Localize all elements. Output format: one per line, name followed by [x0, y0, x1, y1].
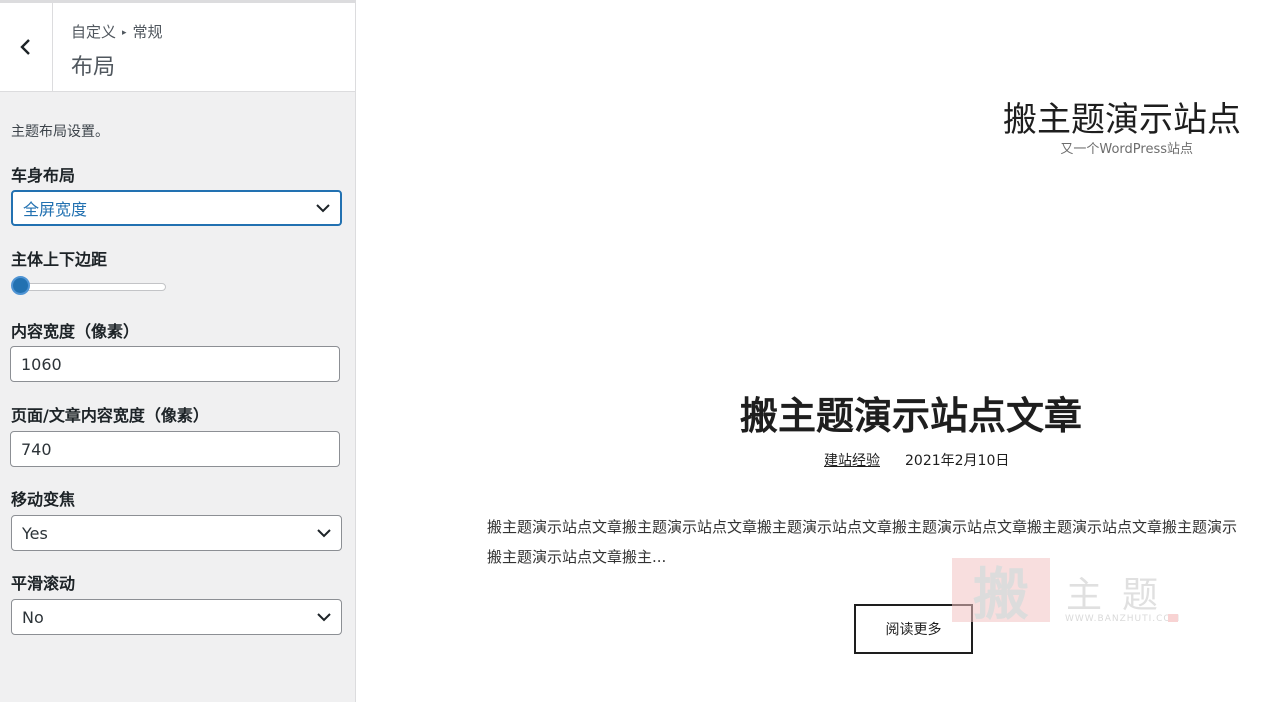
breadcrumb-parent: 自定义 [71, 23, 117, 41]
breadcrumb-current: 常规 [132, 23, 163, 41]
body-margin-slider-thumb[interactable] [11, 276, 30, 295]
watermark-logo-char: 搬 [952, 558, 1050, 628]
mobile-focus-label: 移动变焦 [11, 490, 76, 509]
smooth-scroll-label: 平滑滚动 [11, 574, 76, 593]
mobile-focus-select[interactable]: Yes [11, 515, 342, 551]
page-width-label: 页面/文章内容宽度（像素） [11, 406, 209, 425]
watermark-text: 主题 [1066, 575, 1179, 616]
breadcrumb: 自定义 ▸ 常规 [71, 21, 163, 42]
body-layout-value: 全屏宽度 [23, 200, 88, 219]
breadcrumb-separator-icon: ▸ [122, 28, 127, 38]
panel-header: 自定义 ▸ 常规 布局 [0, 0, 355, 92]
excerpt-line: 搬主题演示站点文章搬主题演示站点文章搬主题演示站点文章搬主题演示站点文章搬主题演… [487, 518, 1238, 536]
site-tagline: 又一个WordPress站点 [1060, 142, 1193, 157]
post-date: 2021年2月10日 [905, 453, 1010, 469]
site-preview: 搬主题演示站点 又一个WordPress站点 搬主题演示站点文章 建站经验 20… [356, 0, 1264, 702]
back-button[interactable] [0, 3, 53, 91]
body-layout-label: 车身布局 [11, 166, 76, 185]
panel-title: 布局 [71, 55, 116, 80]
chevron-down-icon [316, 204, 330, 213]
site-title[interactable]: 搬主题演示站点 [1003, 92, 1241, 141]
customizer-sidebar: 自定义 ▸ 常规 布局 主题布局设置。 车身布局 全屏宽度 主体上下边距 内容宽度（… [0, 0, 356, 702]
body-margin-label: 主体上下边距 [11, 250, 108, 269]
post-title[interactable]: 搬主题演示站点文章 [740, 385, 1082, 440]
smooth-scroll-select[interactable]: No [11, 599, 342, 635]
body-margin-slider-track[interactable] [12, 283, 166, 291]
watermark-logo: 搬 主题 WWW.BANZHUTI.COM [952, 556, 1181, 628]
chevron-down-icon [317, 613, 331, 622]
content-width-input[interactable]: 1060 [10, 346, 340, 382]
post-category-link[interactable]: 建站经验 [824, 450, 880, 470]
chevron-down-icon [317, 529, 331, 538]
chevron-left-icon [20, 39, 30, 55]
content-width-label: 内容宽度（像素） [11, 322, 140, 341]
body-layout-select[interactable]: 全屏宽度 [11, 190, 342, 226]
mobile-focus-value: Yes [22, 523, 48, 543]
panel-description: 主题布局设置。 [11, 124, 109, 140]
watermark-dot [1168, 614, 1178, 622]
page-width-input[interactable]: 740 [10, 431, 340, 467]
smooth-scroll-value: No [22, 607, 44, 627]
watermark-url: WWW.BANZHUTI.COM [1065, 614, 1181, 624]
